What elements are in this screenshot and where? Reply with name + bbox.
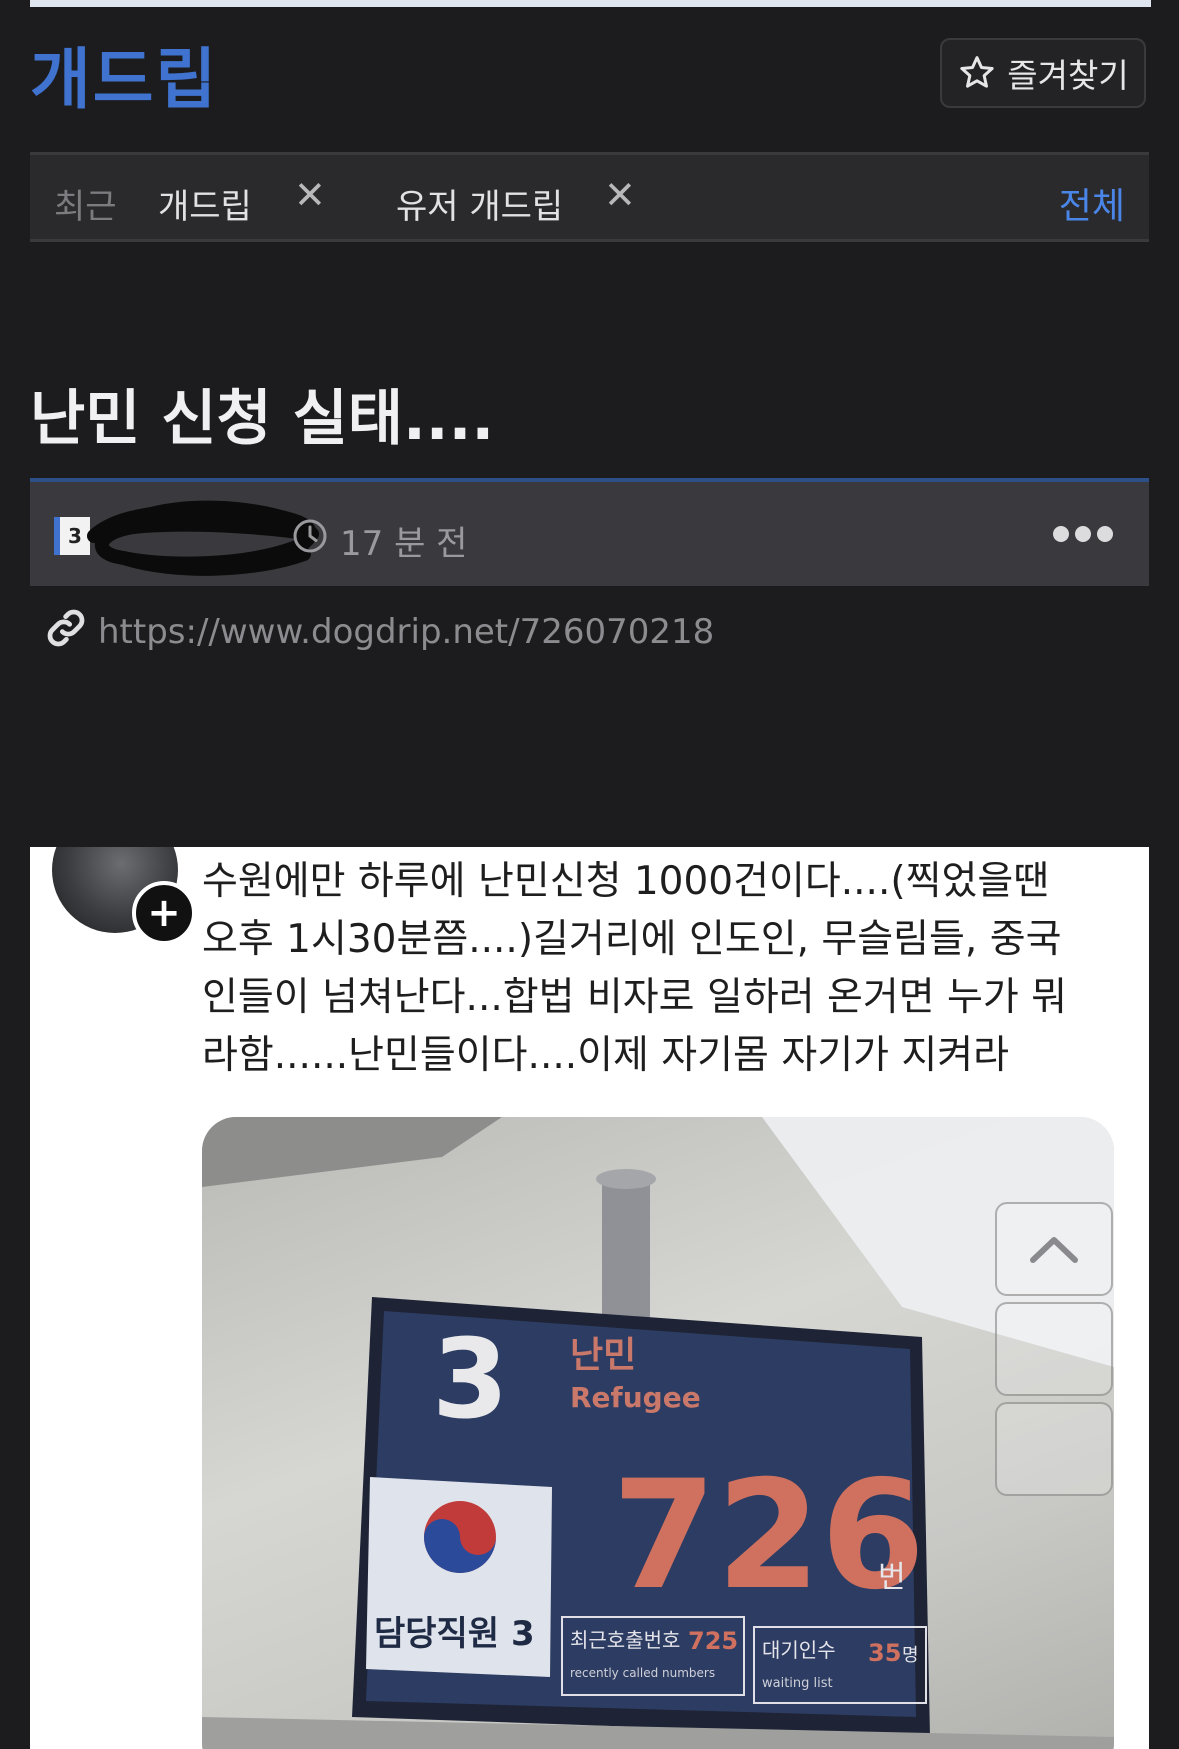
caption-line: 라함......난민들이다....이제 자기몸 자기가 지켜라 <box>202 1033 1010 1078</box>
top-strip <box>30 0 1151 7</box>
recent-called-label: 최근호출번호 <box>570 1628 680 1652</box>
recent-label: 최근 <box>54 187 117 227</box>
follow-plus-button[interactable]: + <box>132 881 196 945</box>
close-icon[interactable]: ✕ <box>294 173 326 217</box>
scroll-top-button[interactable] <box>995 1202 1113 1296</box>
sign-category-ko: 난민 <box>570 1335 636 1376</box>
site-logo[interactable]: 개드립 <box>30 26 218 122</box>
post-caption: 수원에만 하루에 난민신청 1000건이다....(찍었을땐 오후 1시30분쯤… <box>202 853 1122 1085</box>
waiting-value: 35 <box>868 1639 901 1667</box>
caption-line: 수원에만 하루에 난민신청 1000건이다....(찍었을땐 <box>202 859 1050 904</box>
number-unit: 번 <box>878 1560 906 1595</box>
photo-scene: 3 난민 Refugee 726 번 담당직원 3 최근호출번호 725 rec… <box>202 1117 1114 1749</box>
post-url[interactable]: https://www.dogdrip.net/726070218 <box>98 612 714 652</box>
star-icon <box>960 56 994 88</box>
floating-scroll-controls <box>995 1202 1115 1502</box>
clock-icon <box>293 519 327 553</box>
window-number: 3 <box>432 1315 509 1443</box>
recent-chip-gaedrip[interactable]: 개드립 <box>158 179 252 228</box>
staff-label: 담당직원 3 <box>374 1614 535 1654</box>
sign-category-en: Refugee <box>570 1381 701 1414</box>
chevron-up-icon <box>1030 1237 1078 1263</box>
recent-boards-bar: 최근 개드립 ✕ 유저 개드립 ✕ 전체 <box>30 152 1149 242</box>
recent-called-value: 725 <box>688 1627 738 1655</box>
post-content: + 수원에만 하루에 난민신청 1000건이다....(찍었을땐 오후 1시30… <box>30 847 1149 1749</box>
waiting-en: waiting list <box>762 1676 833 1691</box>
redacted-username-scribble <box>87 500 319 576</box>
current-number: 726 <box>612 1449 925 1623</box>
post-time: 17 분 전 <box>340 524 468 564</box>
more-options-icon[interactable] <box>1053 526 1113 542</box>
favorites-button[interactable]: 즐겨찾기 <box>940 38 1146 108</box>
waiting-unit: 명 <box>902 1645 919 1666</box>
post-title: 난민 신청 실태.... <box>30 384 495 454</box>
caption-line: 오후 1시30분쯤....)길거리에 인도인, 무슬림들, 중국 <box>202 917 1062 962</box>
author-bar: 3 17 분 전 <box>30 478 1149 586</box>
comment-jump-button[interactable] <box>995 1302 1113 1396</box>
link-icon <box>47 609 85 647</box>
caption-line: 인들이 넘쳐난다...합법 비자로 일하러 온거면 누가 뭐 <box>202 975 1068 1020</box>
view-all-link[interactable]: 전체 <box>1059 177 1125 229</box>
recent-called-en: recently called numbers <box>570 1666 715 1680</box>
close-icon[interactable]: ✕ <box>604 173 636 217</box>
waiting-label: 대기인수 <box>762 1638 836 1662</box>
scroll-bottom-button[interactable] <box>995 1402 1113 1496</box>
refugee-sign-photo: 3 난민 Refugee 726 번 담당직원 3 최근호출번호 725 rec… <box>202 1117 1114 1749</box>
favorites-label: 즐겨찾기 <box>1007 56 1129 95</box>
recent-chip-user-gaedrip[interactable]: 유저 개드립 <box>396 179 563 228</box>
